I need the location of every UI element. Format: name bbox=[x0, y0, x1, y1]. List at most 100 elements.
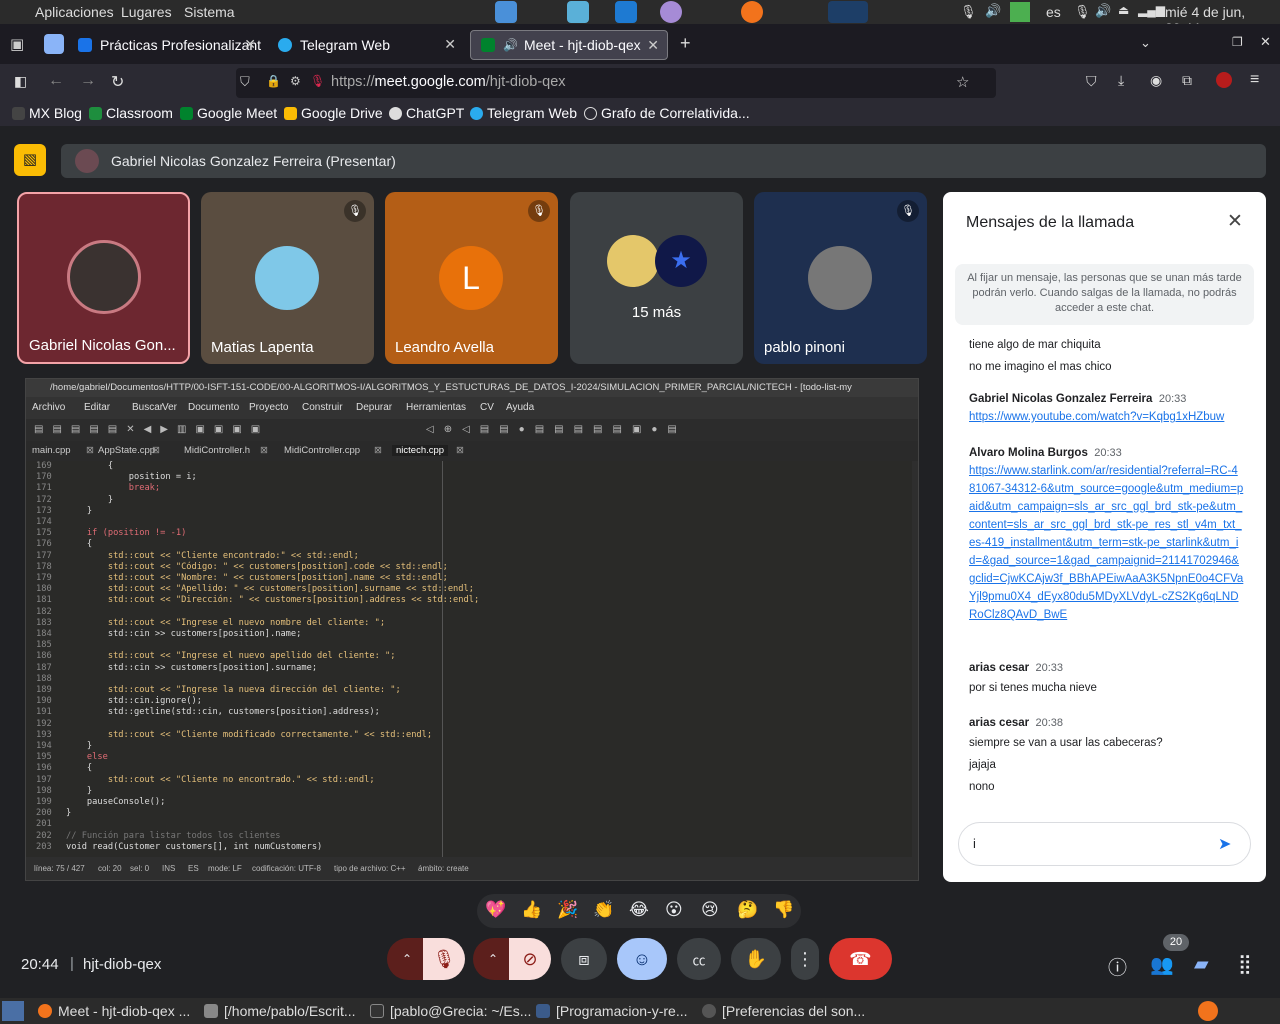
more-options-button[interactable]: ⋮ bbox=[791, 938, 819, 980]
close-window-icon[interactable]: ✕ bbox=[1260, 34, 1271, 50]
video-options-button[interactable]: ⌃ bbox=[473, 938, 513, 980]
code-line[interactable]: std::cin >> customers[position].surname; bbox=[66, 663, 317, 674]
shield-icon[interactable]: ⛉ bbox=[240, 74, 250, 90]
close-file-tab-icon[interactable]: ⊠ bbox=[152, 445, 160, 456]
bookmark-chatgpt[interactable]: ChatGPT bbox=[389, 105, 464, 121]
mic-in-use-icon[interactable]: 🎙 bbox=[310, 74, 325, 88]
code-line[interactable]: std::cin.ignore(); bbox=[66, 696, 202, 707]
menu-sistema[interactable]: Sistema bbox=[184, 4, 235, 20]
tab-list-icon[interactable]: ⌄ bbox=[1140, 35, 1151, 51]
new-tab-icon[interactable]: + bbox=[680, 33, 691, 54]
toolbar-icons[interactable]: ▤▤▤▤▤✕◀▶▥▣▣▣▣ bbox=[34, 424, 269, 435]
menu-aplicaciones[interactable]: Aplicaciones bbox=[35, 4, 114, 20]
participant-tile-more[interactable]: ★ 15 más bbox=[570, 192, 743, 364]
code-line[interactable]: } bbox=[66, 786, 92, 797]
reaction-emoji[interactable]: 💖 bbox=[485, 900, 506, 920]
code-line[interactable]: std::cout << "Nombre: " << customers[pos… bbox=[66, 573, 448, 584]
microphone-icon-2[interactable]: 🎙 bbox=[1074, 4, 1091, 20]
extensions-icon[interactable]: ⧉ bbox=[1182, 72, 1192, 89]
account-icon[interactable]: ◉ bbox=[1150, 72, 1162, 89]
taskbar-item-preferencias[interactable]: [Preferencias del son... bbox=[702, 1003, 865, 1019]
code-editor[interactable]: 169 {170 position = i; 171 break; 172 } 173… bbox=[26, 461, 912, 857]
close-file-tab-icon[interactable]: ⊠ bbox=[260, 445, 268, 456]
code-line[interactable]: } bbox=[66, 495, 113, 506]
editor-menu-item[interactable]: Ayuda bbox=[506, 402, 534, 413]
permissions-icon[interactable]: ⚙ bbox=[290, 74, 301, 88]
bookmark-google-drive[interactable]: Google Drive bbox=[284, 105, 383, 121]
update-icon[interactable] bbox=[1010, 2, 1030, 22]
sidebar-icon[interactable]: ◧ bbox=[14, 73, 27, 90]
code-line[interactable]: { bbox=[66, 461, 113, 472]
reaction-emoji[interactable]: 👍 bbox=[521, 900, 542, 920]
code-line[interactable]: } bbox=[66, 808, 71, 819]
code-line[interactable]: std::getline(std::cin, customers[positio… bbox=[66, 707, 380, 718]
editor-file-tab[interactable]: MidiController.cpp bbox=[284, 445, 360, 456]
editor-menu-item[interactable]: Documento bbox=[188, 402, 239, 413]
code-line[interactable]: { bbox=[66, 763, 92, 774]
editor-file-tab[interactable]: AppState.cpp bbox=[98, 445, 155, 456]
code-line[interactable]: std::cout << "Apellido: " << customers[p… bbox=[66, 584, 474, 595]
code-line[interactable]: position = i; bbox=[66, 472, 197, 483]
url-bar[interactable]: ⛉ 🔒 ⚙ 🎙 https://meet.google.com/hjt-diob… bbox=[236, 68, 996, 98]
desktop-icon[interactable] bbox=[567, 1, 589, 23]
code-line[interactable]: std::cout << "Cliente no encontrado." <<… bbox=[66, 775, 375, 786]
code-line[interactable]: std::cout << "Ingrese el nuevo nombre de… bbox=[66, 618, 385, 629]
reaction-emoji[interactable]: 🎉 bbox=[557, 900, 578, 920]
volume-icon-2[interactable]: 🔊 bbox=[1095, 3, 1111, 19]
participant-tile-leandro[interactable]: 🎙 L Leandro Avella bbox=[385, 192, 558, 364]
editor-menu-item[interactable]: Archivo bbox=[32, 402, 65, 413]
reactions-button[interactable]: ☺ bbox=[617, 938, 667, 980]
tab-meet[interactable]: 🔊 Meet - hjt-diob-qex ✕ bbox=[470, 30, 668, 60]
stop-presenting-icon[interactable]: ▧ bbox=[14, 144, 46, 176]
present-button[interactable]: ⧈ bbox=[561, 938, 607, 980]
participant-tile-matias[interactable]: 🎙 Matias Lapenta bbox=[201, 192, 374, 364]
leave-call-button[interactable]: ☎ bbox=[829, 938, 892, 980]
app-menu-icon[interactable]: ≡ bbox=[1250, 71, 1259, 89]
message-link[interactable]: https://www.youtube.com/watch?v=Kqbg1xHZ… bbox=[969, 408, 1254, 426]
editor-file-tab[interactable]: main.cpp bbox=[32, 445, 71, 456]
reaction-emoji[interactable]: 😮 bbox=[665, 900, 683, 920]
code-line[interactable]: std::cout << "Ingrese la nueva dirección… bbox=[66, 685, 401, 696]
mic-toggle-button[interactable]: 🎙 bbox=[423, 938, 465, 980]
pinned-tab-icon[interactable] bbox=[44, 34, 64, 54]
microphone-icon[interactable]: 🎙 bbox=[960, 4, 977, 20]
code-line[interactable]: std::cout << "Ingrese el nuevo apellido … bbox=[66, 651, 396, 662]
close-tab-icon[interactable]: ✕ bbox=[444, 36, 456, 53]
toolbar-icons-2[interactable]: ◁⊕◁▤▤●▤▤▤▤▤▣●▤ bbox=[426, 424, 687, 435]
editor-file-tab[interactable]: MidiController.h bbox=[184, 445, 250, 456]
meeting-info-icon[interactable]: ⓘ bbox=[1108, 953, 1127, 980]
reaction-emoji[interactable]: 🤔 bbox=[737, 900, 758, 920]
editor-menu-item[interactable]: Buscar bbox=[132, 402, 163, 413]
tab-overview-icon[interactable]: ▣ bbox=[10, 35, 24, 53]
editor-file-tab[interactable]: nictech.cpp bbox=[392, 445, 449, 456]
back-icon[interactable]: ← bbox=[48, 72, 64, 90]
code-line[interactable]: pauseConsole(); bbox=[66, 797, 165, 808]
volume-icon[interactable]: 🔊 bbox=[985, 3, 1001, 19]
bookmark-google-meet[interactable]: Google Meet bbox=[180, 105, 277, 121]
app-launcher-icon[interactable] bbox=[660, 1, 682, 23]
bookmark-grafo[interactable]: Grafo de Correlativida... bbox=[584, 105, 750, 121]
close-file-tab-icon[interactable]: ⊠ bbox=[86, 445, 94, 456]
raise-hand-button[interactable]: ✋ bbox=[731, 938, 781, 980]
code-line[interactable]: { bbox=[66, 539, 92, 550]
close-file-tab-icon[interactable]: ⊠ bbox=[374, 445, 382, 456]
reaction-emoji[interactable]: 😢 bbox=[701, 900, 719, 920]
reload-icon[interactable]: ↻ bbox=[111, 72, 124, 92]
home-folder-icon[interactable] bbox=[495, 1, 517, 23]
code-line[interactable]: } bbox=[66, 741, 92, 752]
tab-telegram[interactable]: Telegram Web ✕ bbox=[268, 30, 464, 60]
captions-button[interactable]: ㏄ bbox=[677, 938, 721, 980]
editor-menu-item[interactable]: Ver bbox=[162, 402, 177, 413]
bookmark-classroom[interactable]: Classroom bbox=[89, 105, 173, 121]
taskbar-item-files[interactable]: [/home/pablo/Escrit... bbox=[204, 1003, 356, 1019]
editor-menu-item[interactable]: Depurar bbox=[356, 402, 392, 413]
editor-menu-item[interactable]: Herramientas bbox=[406, 402, 466, 413]
eject-icon[interactable]: ⏏ bbox=[1118, 3, 1129, 17]
chat-input-box[interactable]: i ➤ bbox=[958, 822, 1251, 866]
code-line[interactable]: void read(Customer customers[], int numC… bbox=[66, 842, 322, 853]
chat-input[interactable]: i bbox=[973, 836, 976, 851]
camera-toggle-button[interactable]: ⊘ bbox=[509, 938, 551, 980]
editor-menu-item[interactable]: CV bbox=[480, 402, 494, 413]
reaction-emoji[interactable]: 👎 bbox=[773, 900, 794, 920]
code-line[interactable]: std::cout << "Código: " << customers[pos… bbox=[66, 562, 448, 573]
